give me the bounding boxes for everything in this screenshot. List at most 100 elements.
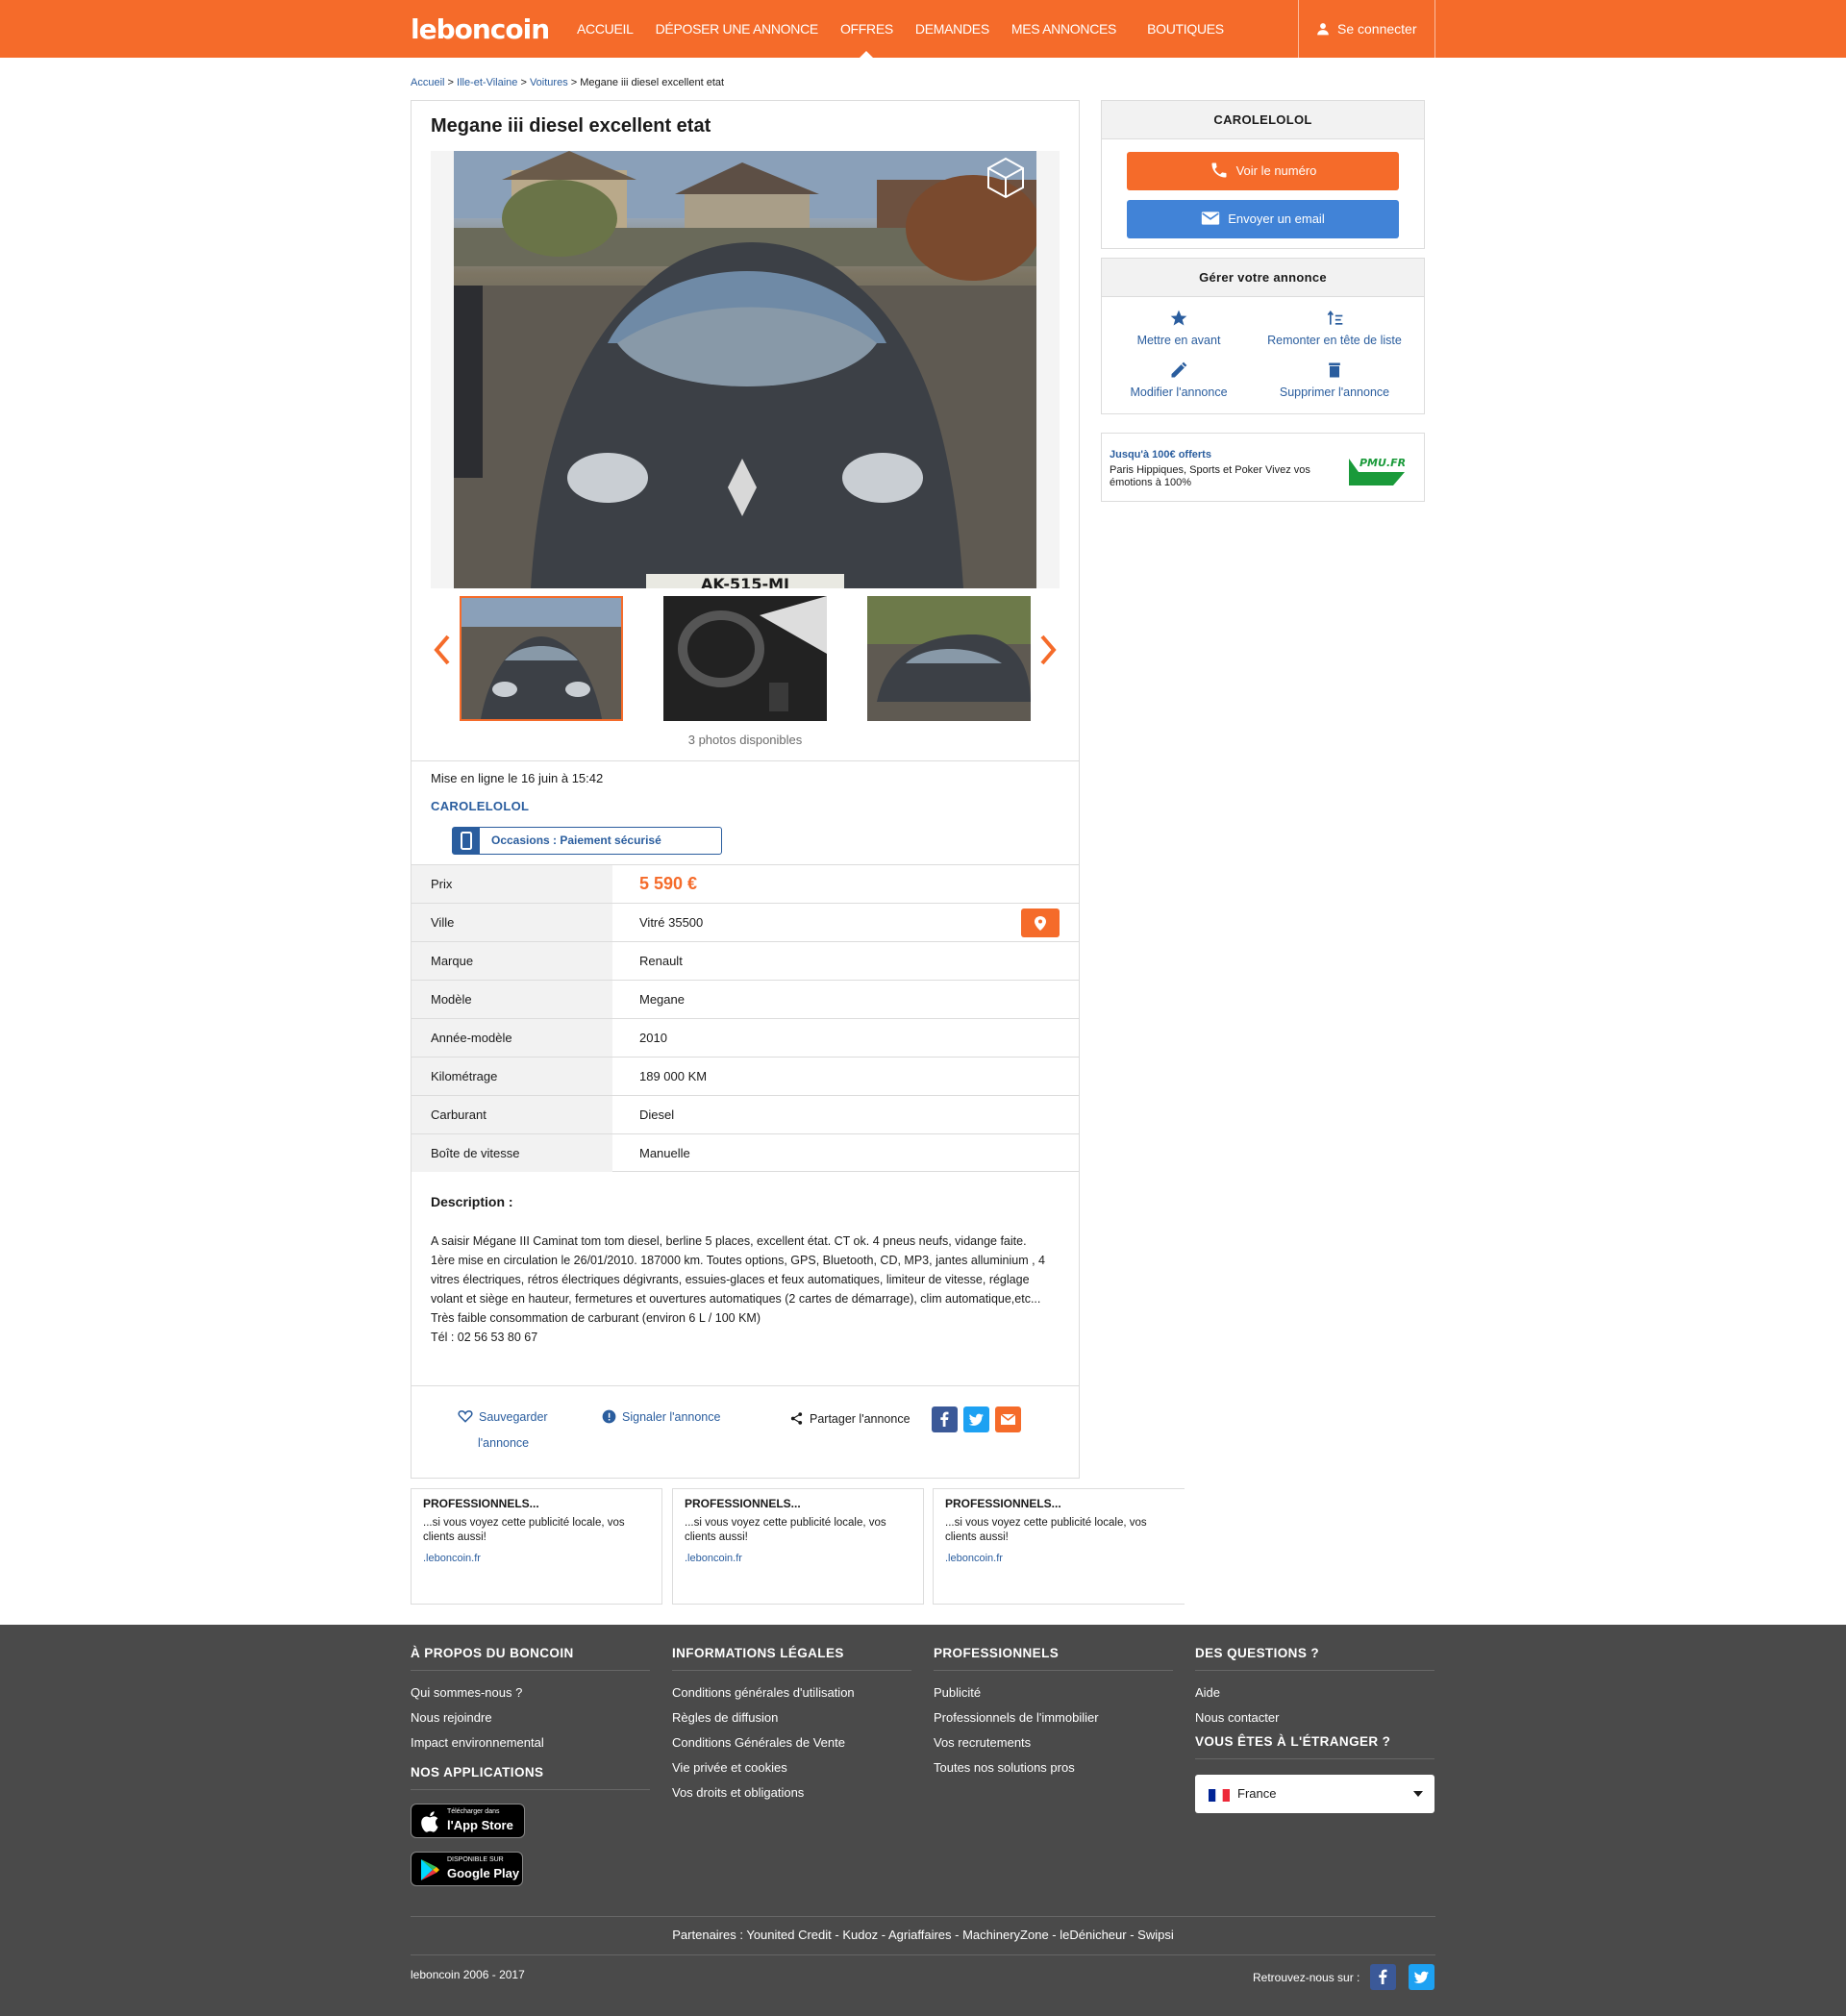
attr-label: Modèle bbox=[412, 981, 612, 1018]
nav-demandes[interactable]: DEMANDES bbox=[915, 0, 989, 58]
footer-facebook-button[interactable] bbox=[1370, 1964, 1396, 1990]
pro-ad-2[interactable]: PROFESSIONNELS... ...si vous voyez cette… bbox=[672, 1488, 924, 1605]
save-ad-label-cont[interactable]: l'annonce bbox=[478, 1436, 529, 1450]
breadcrumb-category[interactable]: Voitures bbox=[530, 77, 568, 88]
footer-link[interactable]: Qui sommes-nous ? bbox=[411, 1677, 650, 1702]
pro-ad-3[interactable]: PROFESSIONNELS... ...si vous voyez cette… bbox=[933, 1488, 1185, 1605]
report-ad-button[interactable]: Signaler l'annonce bbox=[602, 1409, 720, 1424]
save-ad-button[interactable]: Sauvegarder bbox=[458, 1409, 548, 1424]
footer-heading: DES QUESTIONS ? bbox=[1195, 1646, 1434, 1671]
car-photo[interactable]: AK-515-MJ bbox=[454, 151, 1036, 588]
share-email-button[interactable] bbox=[995, 1406, 1021, 1432]
thumb-photo-front bbox=[462, 598, 621, 719]
share-facebook-button[interactable] bbox=[932, 1406, 958, 1432]
share-twitter-button[interactable] bbox=[963, 1406, 989, 1432]
description-heading: Description : bbox=[431, 1194, 513, 1209]
ad-detail: Megane iii diesel excellent etat AK-515-… bbox=[411, 100, 1080, 1479]
pro-ad-url: .leboncoin.fr bbox=[423, 1553, 481, 1564]
pro-ad-1[interactable]: PROFESSIONNELS... ...si vous voyez cette… bbox=[411, 1488, 662, 1605]
footer-link[interactable]: Règles de diffusion bbox=[672, 1702, 911, 1727]
nav-boutiques[interactable]: BOUTIQUES bbox=[1147, 0, 1224, 58]
chevron-right-icon[interactable] bbox=[1038, 631, 1060, 669]
footer-twitter-button[interactable] bbox=[1409, 1964, 1434, 1990]
follow-us-label: Retrouvez-nous sur : bbox=[1253, 1971, 1360, 1984]
nav-offres[interactable]: OFFRES bbox=[840, 0, 893, 58]
attr-row-modele: Modèle Megane bbox=[412, 980, 1079, 1018]
thumbnail-2[interactable] bbox=[663, 596, 827, 721]
breadcrumb-accueil[interactable]: Accueil bbox=[411, 77, 444, 88]
footer-link[interactable]: Publicité bbox=[934, 1677, 1173, 1702]
mail-icon bbox=[1000, 1413, 1016, 1425]
main-photo-viewer[interactable]: AK-515-MJ bbox=[431, 151, 1060, 588]
published-date: Mise en ligne le 16 juin à 15:42 bbox=[431, 771, 604, 785]
attr-row-boite: Boîte de vitesse Manuelle bbox=[412, 1133, 1079, 1172]
nav-accueil[interactable]: ACCUEIL bbox=[577, 0, 634, 58]
thumbnail-3[interactable] bbox=[867, 596, 1031, 721]
attr-label: Carburant bbox=[412, 1096, 612, 1133]
googleplay-big-text: Google Play bbox=[447, 1866, 520, 1880]
send-email-button[interactable]: Envoyer un email bbox=[1127, 200, 1399, 238]
footer-link[interactable]: Aide bbox=[1195, 1677, 1434, 1702]
footer-link[interactable]: Vos recrutements bbox=[934, 1727, 1173, 1752]
pmu-logo-text: PMU.FR bbox=[1360, 457, 1406, 469]
thumbnail-strip bbox=[431, 596, 1060, 721]
footer-heading: INFORMATIONS LÉGALES bbox=[672, 1646, 911, 1671]
footer-link[interactable]: Nous contacter bbox=[1195, 1702, 1434, 1727]
edit-ad-button[interactable]: Modifier l'annonce bbox=[1102, 361, 1256, 399]
footer-col-questions: DES QUESTIONS ? Aide Nous contacter VOUS… bbox=[1195, 1646, 1434, 1813]
delete-ad-button[interactable]: Supprimer l'annonce bbox=[1258, 361, 1411, 399]
pencil-icon bbox=[1171, 361, 1187, 378]
attr-label: Ville bbox=[412, 904, 612, 941]
secure-payment-badge[interactable]: Occasions : Paiement sécurisé bbox=[452, 827, 722, 855]
app-store-button[interactable]: Télécharger dans l'App Store bbox=[411, 1804, 525, 1838]
pro-ad-text: ...si vous voyez cette publicité locale,… bbox=[423, 1517, 625, 1543]
footer-link[interactable]: Impact environnemental bbox=[411, 1727, 650, 1752]
thumbnail-1[interactable] bbox=[460, 596, 623, 721]
footer-link[interactable]: Vos droits et obligations bbox=[672, 1777, 911, 1802]
main-nav: ACCUEIL DÉPOSER UNE ANNONCE OFFRES DEMAN… bbox=[577, 0, 1246, 58]
save-label: Sauvegarder bbox=[479, 1410, 548, 1424]
description-text: A saisir Mégane III Caminat tom tom dies… bbox=[431, 1234, 1046, 1344]
manage-header: Gérer votre annonce bbox=[1102, 259, 1424, 297]
pmu-advertisement[interactable]: Jusqu'à 100€ offerts Paris Hippiques, Sp… bbox=[1101, 433, 1425, 502]
seller-contact-box: CAROLELOLOL Voir le numéro Envoyer un em… bbox=[1101, 100, 1425, 249]
footer-link[interactable]: Vie privée et cookies bbox=[672, 1752, 911, 1777]
footer-link[interactable]: Professionnels de l'immobilier bbox=[934, 1702, 1173, 1727]
share-ad-button[interactable]: Partager l'annonce bbox=[789, 1411, 911, 1426]
attr-row-kilometrage: Kilométrage 189 000 KM bbox=[412, 1057, 1079, 1095]
footer-link[interactable]: Toutes nos solutions pros bbox=[934, 1752, 1173, 1777]
footer-col-legal: INFORMATIONS LÉGALES Conditions générale… bbox=[672, 1646, 911, 1809]
footer-link[interactable]: Conditions générales d'utilisation bbox=[672, 1677, 911, 1702]
footer-heading: À PROPOS DU BONCOIN bbox=[411, 1646, 650, 1671]
site-logo[interactable]: leboncoin bbox=[411, 13, 550, 45]
footer-link[interactable]: Conditions Générales de Vente bbox=[672, 1727, 911, 1752]
manage-ad-box: Gérer votre annonce Mettre en avant Remo… bbox=[1101, 258, 1425, 414]
footer-link[interactable]: Nous rejoindre bbox=[411, 1702, 650, 1727]
bump-ad-button[interactable]: Remonter en tête de liste bbox=[1258, 309, 1411, 347]
nav-mes-annonces[interactable]: MES ANNONCES bbox=[1011, 0, 1117, 58]
google-play-button[interactable]: DISPONIBLE SUR Google Play bbox=[411, 1852, 523, 1886]
seller-name-link[interactable]: CAROLELOLOL bbox=[431, 799, 529, 813]
pmu-logo: PMU.FR bbox=[1349, 457, 1406, 485]
promote-ad-button[interactable]: Mettre en avant bbox=[1102, 309, 1256, 347]
partners-line[interactable]: Partenaires : Younited Credit - Kudoz - … bbox=[411, 1928, 1435, 1942]
attr-label: Boîte de vitesse bbox=[412, 1134, 612, 1172]
login-button[interactable]: Se connecter bbox=[1298, 0, 1435, 58]
attr-label: Marque bbox=[412, 942, 612, 980]
country-value: France bbox=[1237, 1786, 1277, 1801]
sort-up-icon bbox=[1327, 310, 1343, 325]
attr-label: Kilométrage bbox=[412, 1058, 612, 1095]
map-button[interactable] bbox=[1021, 908, 1060, 937]
secure-payment-label: Occasions : Paiement sécurisé bbox=[491, 834, 661, 847]
chevron-left-icon[interactable] bbox=[431, 631, 452, 669]
show-phone-button[interactable]: Voir le numéro bbox=[1127, 152, 1399, 190]
breadcrumb-region[interactable]: Ille-et-Vilaine bbox=[457, 77, 517, 88]
site-footer: À PROPOS DU BONCOIN Qui sommes-nous ? No… bbox=[0, 1625, 1846, 2016]
twitter-icon bbox=[1413, 1971, 1429, 1983]
country-select[interactable]: France bbox=[1195, 1775, 1434, 1813]
edit-label: Modifier l'annonce bbox=[1130, 386, 1228, 399]
share-label: Partager l'annonce bbox=[810, 1412, 911, 1426]
car-illustration: AK-515-MJ bbox=[454, 151, 1036, 588]
nav-deposer[interactable]: DÉPOSER UNE ANNONCE bbox=[656, 0, 819, 58]
top-bar: leboncoin ACCUEIL DÉPOSER UNE ANNONCE OF… bbox=[0, 0, 1846, 58]
